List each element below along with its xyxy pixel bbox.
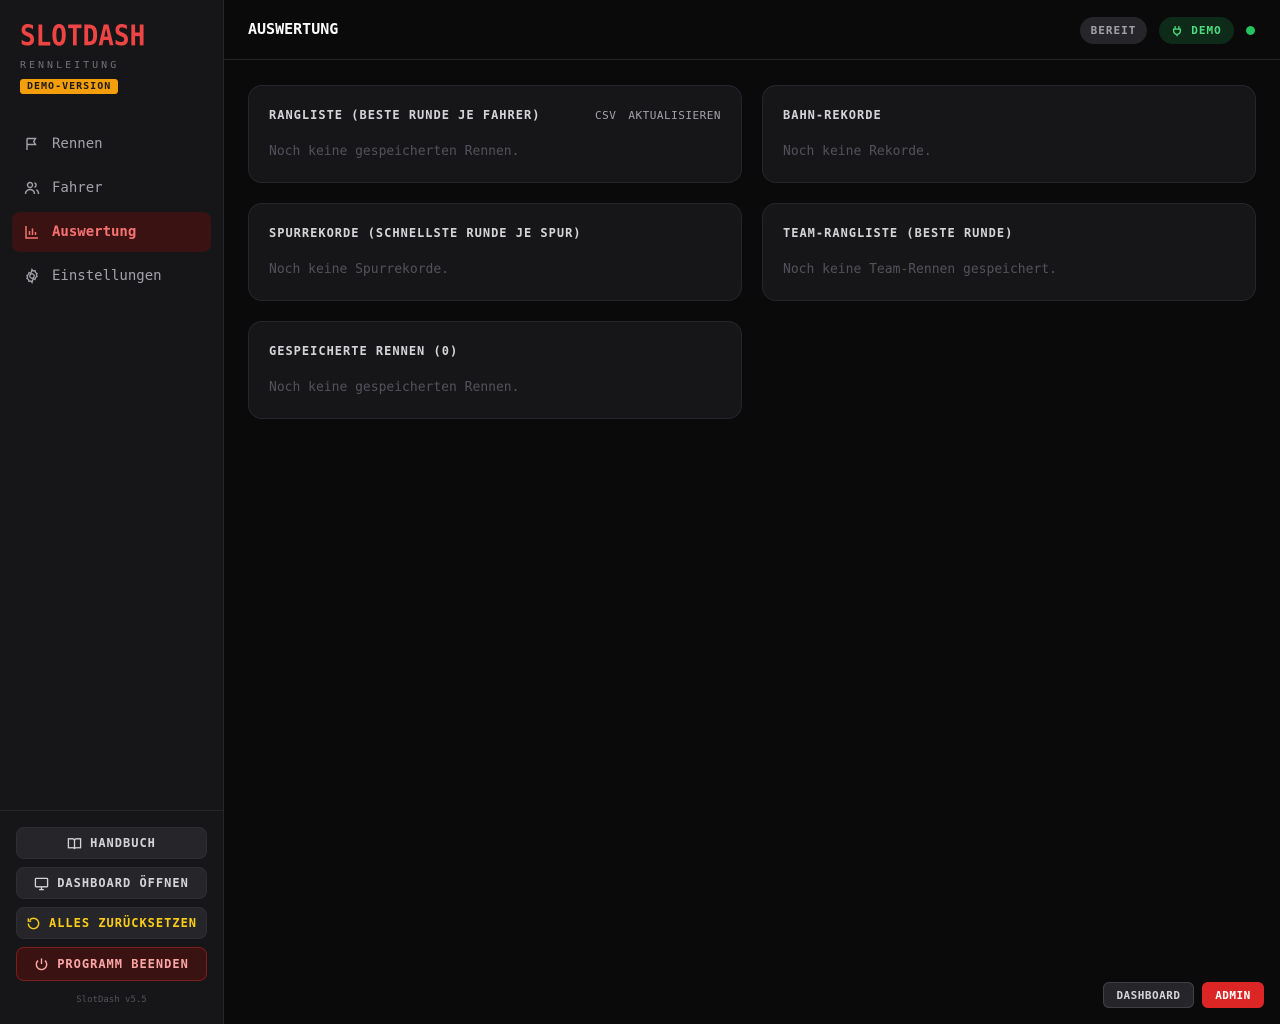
manual-button[interactable]: HANDBUCH: [16, 827, 207, 859]
page-title: AUSWERTUNG: [248, 20, 339, 38]
status-badge: BEREIT: [1080, 17, 1147, 44]
top-bar: AUSWERTUNG BEREIT DEMO: [224, 0, 1280, 60]
empty-state-text: Noch keine gespeicherten Rennen.: [269, 144, 520, 159]
sidebar-item-label: Auswertung: [52, 224, 137, 240]
gear-icon: [24, 268, 40, 284]
sidebar-item-einstellungen[interactable]: Einstellungen: [12, 256, 211, 296]
dashboard-mode-button[interactable]: DASHBOARD: [1103, 982, 1194, 1008]
sidebar-item-auswertung[interactable]: Auswertung: [12, 212, 211, 252]
sidebar-item-fahrer[interactable]: Fahrer: [12, 168, 211, 208]
reset-icon: [26, 916, 41, 931]
saved-races-card: GESPEICHERTE RENNEN (0) Noch keine gespe…: [248, 321, 742, 419]
open-dashboard-button[interactable]: DASHBOARD ÖFFNEN: [16, 867, 207, 899]
card-title: TEAM-RANGLISTE (BESTE RUNDE): [783, 226, 1014, 240]
open-dashboard-label: DASHBOARD ÖFFNEN: [57, 876, 189, 890]
connection-status-dot: [1246, 26, 1255, 35]
leaderboard-card: RANGLISTE (BESTE RUNDE JE FAHRER) CSV AK…: [248, 85, 742, 183]
app-version: SlotDash v5.5: [76, 995, 147, 1005]
sidebar-bottom-divider: [0, 810, 223, 811]
app-title: SLOTDASH: [20, 20, 146, 53]
card-title: GESPEICHERTE RENNEN (0): [269, 344, 459, 358]
empty-state-text: Noch keine gespeicherten Rennen.: [269, 380, 520, 395]
sidebar-item-label: Fahrer: [52, 180, 103, 196]
monitor-icon: [34, 876, 49, 891]
track-records-card: BAHN-REKORDE Noch keine Rekorde.: [762, 85, 1256, 183]
demo-mode-label: DEMO: [1191, 24, 1222, 37]
card-title: SPURREKORDE (SCHNELLSTE RUNDE JE SPUR): [269, 226, 582, 240]
team-leaderboard-card: TEAM-RANGLISTE (BESTE RUNDE) Noch keine …: [762, 203, 1256, 301]
card-title: RANGLISTE (BESTE RUNDE JE FAHRER): [269, 108, 541, 122]
app-subtitle: RENNLEITUNG: [20, 60, 120, 71]
quit-program-label: PROGRAMM BEENDEN: [57, 957, 189, 971]
empty-state-text: Noch keine Spurrekorde.: [269, 262, 450, 277]
empty-state-text: Noch keine Rekorde.: [783, 144, 932, 159]
brand: SLOTDASH RENNLEITUNG DEMO-VERSION: [20, 20, 145, 94]
demo-mode-badge: DEMO: [1159, 17, 1234, 44]
reset-all-button[interactable]: ALLES ZURÜCKSETZEN: [16, 907, 207, 939]
reset-all-label: ALLES ZURÜCKSETZEN: [48, 916, 198, 930]
plug-icon: [1171, 25, 1183, 37]
sidebar-item-rennen[interactable]: Rennen: [12, 124, 211, 164]
flag-icon: [24, 136, 40, 152]
manual-button-label: HANDBUCH: [90, 836, 156, 850]
book-icon: [67, 836, 82, 851]
card-actions: CSV AKTUALISIEREN: [595, 109, 721, 122]
power-icon: [34, 957, 49, 972]
sidebar-item-label: Rennen: [52, 136, 103, 152]
quit-program-button[interactable]: PROGRAMM BEENDEN: [16, 947, 207, 981]
sidebar-item-label: Einstellungen: [52, 268, 162, 284]
admin-mode-button[interactable]: ADMIN: [1202, 982, 1264, 1008]
empty-state-text: Noch keine Team-Rennen gespeichert.: [783, 262, 1057, 277]
demo-version-badge: DEMO-VERSION: [20, 79, 119, 94]
lane-records-card: SPURREKORDE (SCHNELLSTE RUNDE JE SPUR) N…: [248, 203, 742, 301]
sidebar-nav: Rennen Fahrer Auswertung Einstellungen: [12, 124, 211, 300]
bar-chart-icon: [24, 224, 40, 240]
card-title: BAHN-REKORDE: [783, 108, 882, 122]
users-icon: [24, 180, 40, 196]
csv-export-button[interactable]: CSV: [595, 109, 616, 122]
refresh-button[interactable]: AKTUALISIEREN: [628, 109, 721, 122]
sidebar: SLOTDASH RENNLEITUNG DEMO-VERSION Rennen…: [0, 0, 224, 1024]
